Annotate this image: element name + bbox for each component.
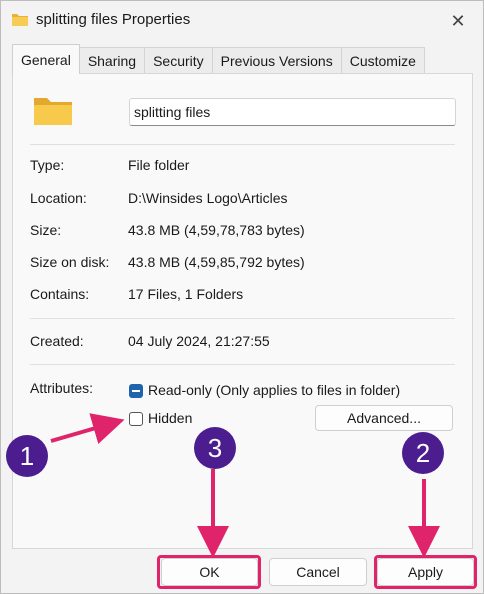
properties-window: splitting files Properties ✕ General Sha…: [0, 0, 484, 594]
hidden-checkbox[interactable]: [129, 412, 143, 426]
tab-general[interactable]: General: [12, 44, 80, 74]
created-value: 04 July 2024, 21:27:55: [128, 333, 270, 349]
title-bar: splitting files Properties ✕: [1, 1, 483, 41]
contains-label: Contains:: [30, 286, 90, 302]
location-label: Location:: [30, 190, 87, 206]
ok-button[interactable]: OK: [161, 558, 258, 586]
readonly-checkbox[interactable]: [129, 384, 143, 398]
apply-button[interactable]: Apply: [377, 558, 474, 586]
created-label: Created:: [30, 333, 84, 349]
step-badge-2: 2: [402, 432, 444, 474]
folder-icon: [12, 14, 28, 26]
close-button[interactable]: ✕: [445, 9, 471, 33]
tab-sharing[interactable]: Sharing: [78, 47, 146, 74]
advanced-button[interactable]: Advanced...: [315, 405, 453, 431]
hidden-label[interactable]: Hidden: [148, 410, 192, 426]
general-tab-panel: Type: File folder Location: D:\Winsides …: [12, 73, 473, 549]
cancel-button[interactable]: Cancel: [269, 558, 367, 586]
contains-value: 17 Files, 1 Folders: [128, 286, 244, 302]
size-value: 43.8 MB (4,59,78,783 bytes): [128, 222, 305, 238]
close-icon: ✕: [450, 10, 466, 31]
folder-name-input[interactable]: [129, 98, 456, 126]
readonly-label[interactable]: Read-only (Only applies to files in fold…: [148, 382, 400, 398]
tab-strip: General Sharing Security Previous Versio…: [12, 44, 425, 74]
divider: [30, 318, 455, 319]
step-badge-1: 1: [6, 435, 48, 477]
tab-security[interactable]: Security: [144, 47, 213, 74]
divider: [30, 144, 455, 145]
type-value: File folder: [128, 157, 190, 173]
tab-customize[interactable]: Customize: [340, 47, 425, 74]
size-on-disk-value: 43.8 MB (4,59,85,792 bytes): [128, 254, 305, 270]
size-label: Size:: [30, 222, 62, 238]
step-badge-3: 3: [194, 427, 236, 469]
tab-previous-versions[interactable]: Previous Versions: [211, 47, 342, 74]
folder-icon: [34, 98, 72, 125]
divider: [30, 364, 455, 365]
location-value: D:\Winsides Logo\Articles: [128, 190, 288, 206]
window-title: splitting files Properties: [36, 11, 191, 28]
type-label: Type:: [30, 157, 65, 173]
size-on-disk-label: Size on disk:: [30, 254, 110, 270]
attributes-label: Attributes:: [30, 380, 94, 396]
